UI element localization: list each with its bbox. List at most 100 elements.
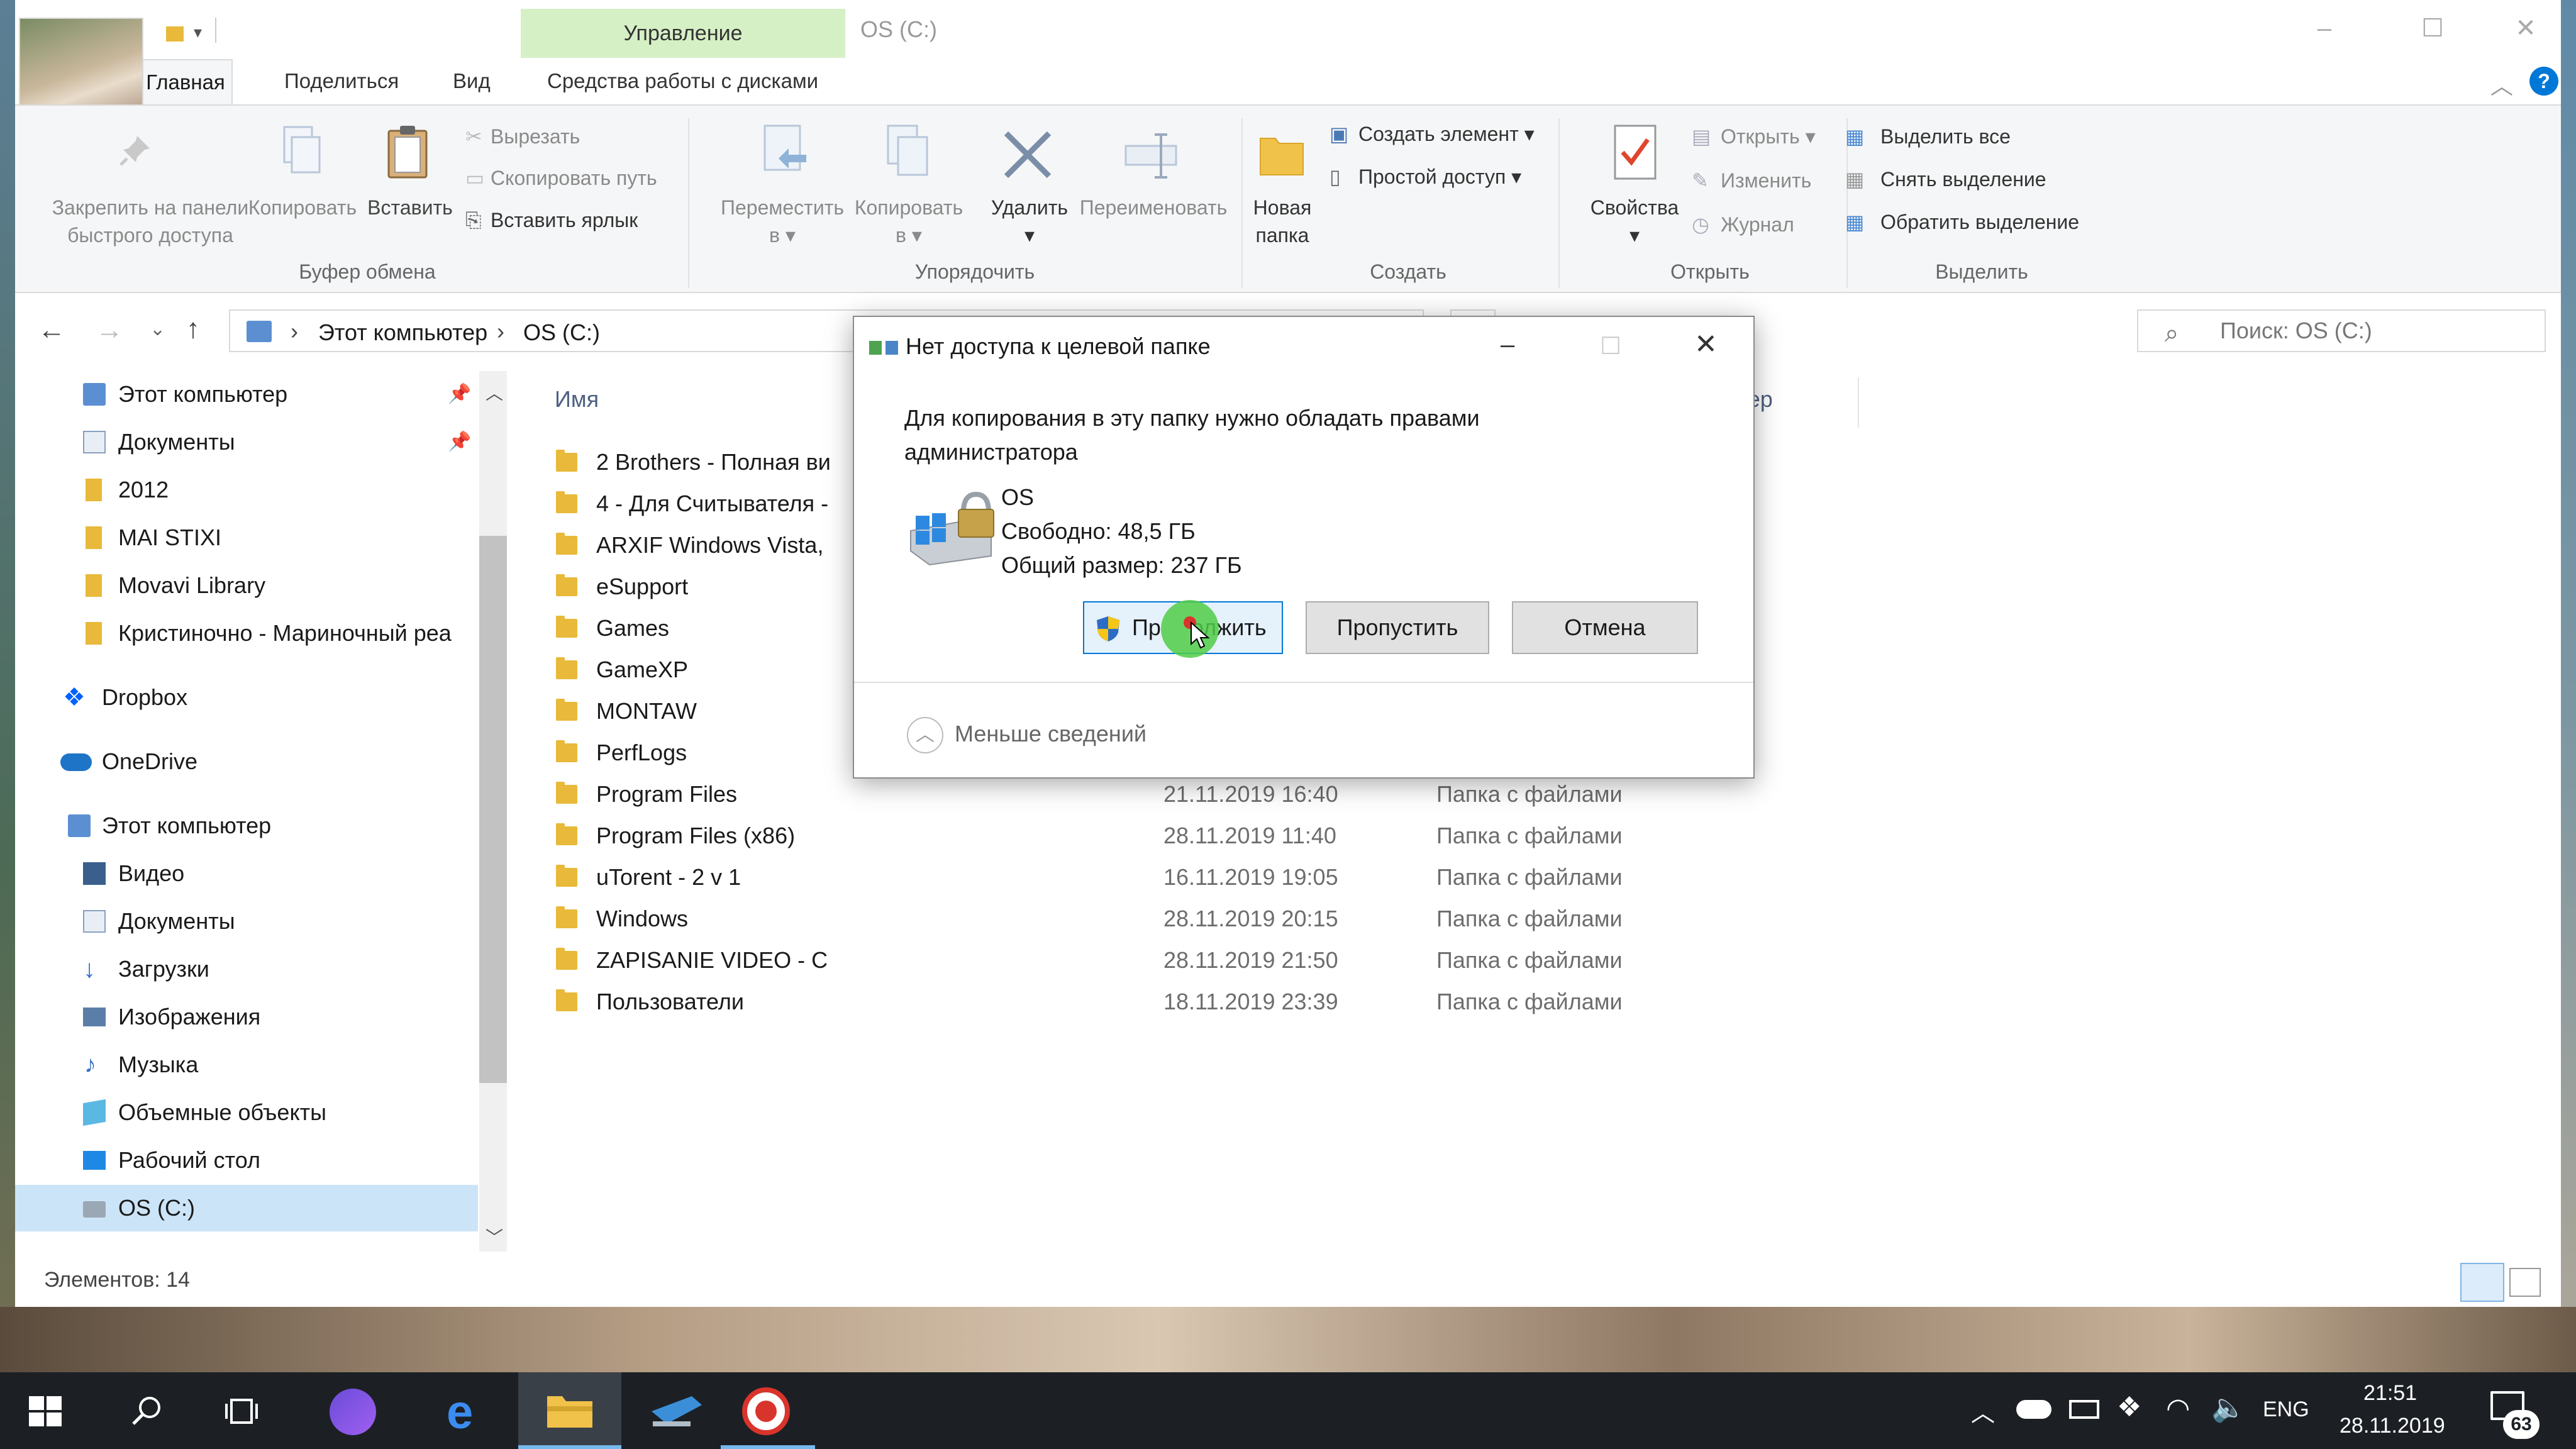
mouse-cursor-icon <box>1190 621 1211 650</box>
nav-item-kristinochno[interactable]: Кристиночно - Мариночный реа <box>15 610 480 657</box>
tab-share[interactable]: Поделиться <box>284 69 399 93</box>
clock-date[interactable]: 28.11.2019 <box>2340 1414 2445 1438</box>
input-language[interactable]: ENG <box>2263 1397 2309 1422</box>
tab-view[interactable]: Вид <box>453 69 491 93</box>
clock-time[interactable]: 21:51 <box>2363 1381 2417 1406</box>
edge-button[interactable]: e <box>421 1372 516 1449</box>
rename-button[interactable]: Переименовать <box>1072 194 1235 221</box>
show-hidden-icons-chevron-icon[interactable]: ︿ <box>1971 1394 1995 1428</box>
cancel-button[interactable]: Отмена <box>1512 601 1698 654</box>
forward-button[interactable]: → <box>96 314 123 346</box>
up-button[interactable]: ↑ <box>186 313 200 345</box>
continue-button[interactable]: Пр олжить <box>1083 600 1283 658</box>
help-icon[interactable]: ? <box>2529 67 2558 96</box>
easy-access-button[interactable]: ▯ Простой доступ ▾ <box>1330 165 1521 189</box>
maximize-button[interactable]: ☐ <box>2414 13 2451 44</box>
paste-icon <box>382 123 433 180</box>
dialog-close-button[interactable]: ✕ <box>1694 328 1718 360</box>
copy-path-button[interactable]: ▭ Скопировать путь <box>465 166 657 190</box>
paste-button[interactable]: Вставить <box>366 194 454 221</box>
dialog-maximize-button[interactable]: ☐ <box>1600 332 1621 360</box>
nav-item-desktop[interactable]: Рабочий стол <box>15 1137 480 1184</box>
invert-selection-button[interactable]: ▦ Обратить выделение <box>1845 210 2079 234</box>
recorder-taskbar-button[interactable] <box>721 1372 815 1449</box>
quick-access-folder-icon[interactable] <box>166 25 184 42</box>
minimize-button[interactable]: – <box>2306 13 2343 44</box>
pin-quick-access-button[interactable]: Закрепить на панели быстрого доступа <box>28 194 273 249</box>
recent-locations-chevron-icon[interactable]: ⌄ <box>150 318 165 340</box>
battery-icon[interactable] <box>2069 1400 2099 1419</box>
new-folder-button[interactable]: Новая папка <box>1241 194 1323 249</box>
pin-icon[interactable]: 📌 <box>448 419 471 465</box>
history-button[interactable]: ◷ Журнал <box>1692 213 1794 236</box>
cut-button[interactable]: ✂ Вырезать <box>465 125 580 148</box>
chevron-up-icon[interactable]: ︿ <box>907 717 943 753</box>
file-row[interactable]: Program Files (x86) 28.11.2019 11:40 Папка… <box>556 815 1814 857</box>
file-explorer-taskbar-button[interactable] <box>518 1372 621 1449</box>
details-view-icon[interactable] <box>2460 1263 2504 1302</box>
start-button[interactable] <box>0 1372 94 1449</box>
nav-scrollbar-thumb[interactable] <box>479 536 507 1083</box>
nav-item-documents[interactable]: Документы <box>15 898 480 945</box>
file-row[interactable]: Пользователи 18.11.2019 23:39 Папка с файл… <box>556 981 1814 1023</box>
dropbox-tray-icon[interactable]: ❖ <box>2117 1391 2141 1423</box>
collapse-ribbon-chevron-icon[interactable]: ︿ <box>2490 68 2513 101</box>
dialog-minimize-button[interactable]: – <box>1501 331 1514 359</box>
nav-item-pictures[interactable]: Изображения <box>15 994 480 1040</box>
customize-toolbar-arrow-icon[interactable]: ▾ <box>194 23 202 42</box>
wifi-icon[interactable]: ◠ <box>2166 1392 2190 1424</box>
select-all-button[interactable]: ▦ Выделить все <box>1845 125 2011 148</box>
delete-button[interactable]: Удалить ▾ <box>976 194 1083 249</box>
nav-item-music[interactable]: ♪ Музыка <box>15 1041 480 1088</box>
select-none-button[interactable]: ▦ Снять выделение <box>1845 167 2046 191</box>
less-details-toggle[interactable]: Меньше сведений <box>955 721 1146 747</box>
open-button[interactable]: ▤ Открыть ▾ <box>1692 125 1816 148</box>
new-item-button[interactable]: ▣ Создать элемент ▾ <box>1330 122 1535 146</box>
file-row[interactable]: Program Files 21.11.2019 16:40 Папка с фай… <box>556 774 1814 815</box>
copy-button[interactable]: Копировать <box>243 194 362 221</box>
nav-item-movavi-library[interactable]: Movavi Library <box>15 562 480 609</box>
nav-item-downloads[interactable]: ↓ Загрузки <box>15 946 480 992</box>
file-row[interactable]: Windows 28.11.2019 20:15 Папка с файлами <box>556 898 1814 940</box>
copy-to-button[interactable]: Копировать в ▾ <box>843 194 975 249</box>
nav-item-2012[interactable]: 2012 <box>15 467 480 513</box>
nav-item-mai-stixi[interactable]: MAI STIXI <box>15 514 480 561</box>
volume-icon[interactable]: 🔈 <box>2211 1391 2246 1424</box>
search-taskbar-button[interactable] <box>101 1372 195 1449</box>
app-taskbar-button[interactable] <box>629 1372 723 1449</box>
scroll-down-arrow-icon[interactable]: ﹀ <box>486 1224 503 1249</box>
scroll-up-arrow-icon[interactable]: ︿ <box>486 380 503 405</box>
move-to-button[interactable]: Переместить в ▾ <box>713 194 852 249</box>
back-button[interactable]: ← <box>38 314 65 346</box>
nav-item-dropbox[interactable]: ❖ Dropbox <box>15 674 480 721</box>
desktop-background-right <box>2561 0 2576 1449</box>
file-row[interactable]: uTorent - 2 v 1 16.11.2019 19:05 Папка с ф… <box>556 857 1814 898</box>
tab-home[interactable]: Главная <box>138 59 233 106</box>
tab-manage[interactable]: Управление <box>521 9 845 58</box>
nav-item-this-pc-pinned[interactable]: Этот компьютер 📌 <box>15 371 480 418</box>
cortana-button[interactable] <box>308 1372 402 1449</box>
breadcrumb-drive[interactable]: OS (C:) <box>523 319 600 346</box>
nav-item-os-c[interactable]: OS (C:) <box>15 1185 478 1231</box>
file-row[interactable]: ZAPISANIE VIDEO - C 28.11.2019 21:50 Папка… <box>556 940 1814 981</box>
nav-item-3d-objects[interactable]: Объемные объекты <box>15 1089 480 1136</box>
task-view-button[interactable] <box>195 1372 289 1449</box>
search-input[interactable]: Поиск: OS (C:) <box>2137 309 2546 352</box>
breadcrumb-this-pc[interactable]: Этот компьютер <box>318 319 487 346</box>
large-icons-view-icon[interactable] <box>2509 1268 2541 1297</box>
folder-icon <box>556 616 577 638</box>
properties-button[interactable]: Свойства ▾ <box>1575 194 1694 249</box>
nav-item-this-pc[interactable]: Этот компьютер <box>15 802 480 849</box>
nav-item-onedrive[interactable]: OneDrive <box>15 738 480 785</box>
ribbon: Закрепить на панели быстрого доступа Коп… <box>15 104 2561 293</box>
nav-item-video[interactable]: Видео <box>15 850 480 897</box>
close-button[interactable]: ✕ <box>2507 13 2545 44</box>
nav-item-documents-pinned[interactable]: Документы 📌 <box>15 419 480 465</box>
tab-drive-tools[interactable]: Средства работы с дисками <box>547 69 818 93</box>
edit-button[interactable]: ✎ Изменить <box>1692 169 1811 192</box>
pin-icon[interactable]: 📌 <box>448 371 471 418</box>
column-header-name[interactable]: Имя <box>555 386 599 413</box>
onedrive-tray-icon[interactable] <box>2016 1400 2051 1419</box>
paste-shortcut-button[interactable]: ⎘ Вставить ярлык <box>465 209 638 233</box>
skip-button[interactable]: Пропустить <box>1306 601 1489 654</box>
